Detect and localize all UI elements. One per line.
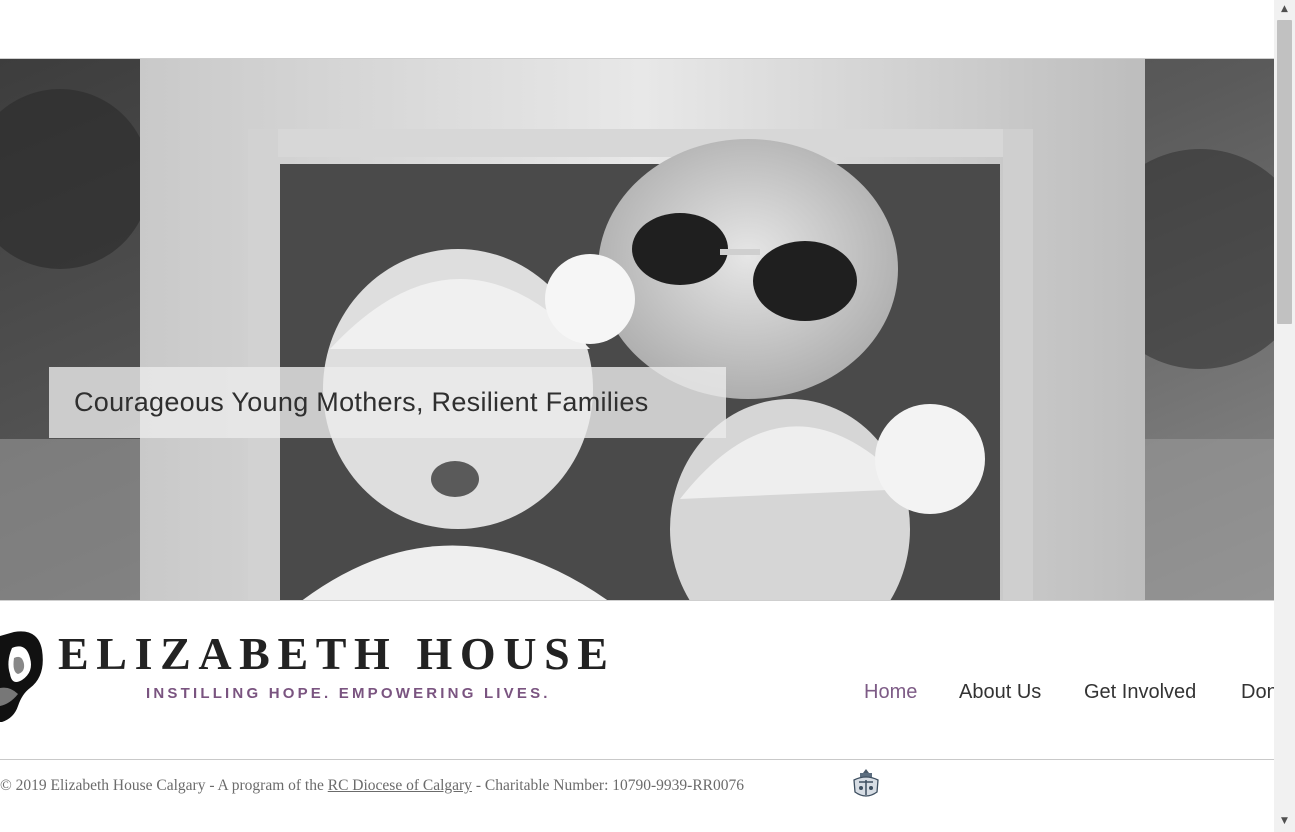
- hero-image: [0, 59, 1274, 600]
- footer-copyright: © 2019 Elizabeth House Calgary - A progr…: [0, 777, 744, 795]
- brand-tagline: INSTILLING HOPE. EMPOWERING LIVES.: [146, 685, 551, 702]
- nav-get-involved[interactable]: Get Involved: [1084, 681, 1196, 704]
- hero-banner: Courageous Young Mothers, Resilient Fami…: [0, 58, 1274, 601]
- page: Courageous Young Mothers, Resilient Fami…: [0, 0, 1274, 832]
- scroll-up-arrow-icon[interactable]: ▲: [1274, 1, 1295, 18]
- nav-about-us[interactable]: About Us: [959, 681, 1041, 704]
- hero-caption: Courageous Young Mothers, Resilient Fami…: [74, 387, 649, 417]
- footer-prefix: © 2019 Elizabeth House Calgary - A progr…: [0, 777, 328, 794]
- footer-divider: [0, 759, 1274, 760]
- diocese-link[interactable]: RC Diocese of Calgary: [328, 777, 472, 794]
- diocese-crest-icon[interactable]: [851, 768, 881, 800]
- nav-home[interactable]: Home: [864, 681, 917, 704]
- scroll-thumb[interactable]: [1277, 20, 1292, 324]
- footer-charitable-number: - Charitable Number: 10790-9939-RR0076: [471, 777, 745, 794]
- vertical-scrollbar[interactable]: ▲ ▼: [1274, 0, 1295, 832]
- hero-caption-box: Courageous Young Mothers, Resilient Fami…: [49, 367, 726, 438]
- mother-silhouette-icon[interactable]: [0, 628, 46, 723]
- nav-donate[interactable]: Donate: [1241, 681, 1274, 704]
- brand-name[interactable]: ELIZABETH HOUSE: [58, 627, 616, 680]
- scroll-down-arrow-icon[interactable]: ▼: [1274, 813, 1295, 830]
